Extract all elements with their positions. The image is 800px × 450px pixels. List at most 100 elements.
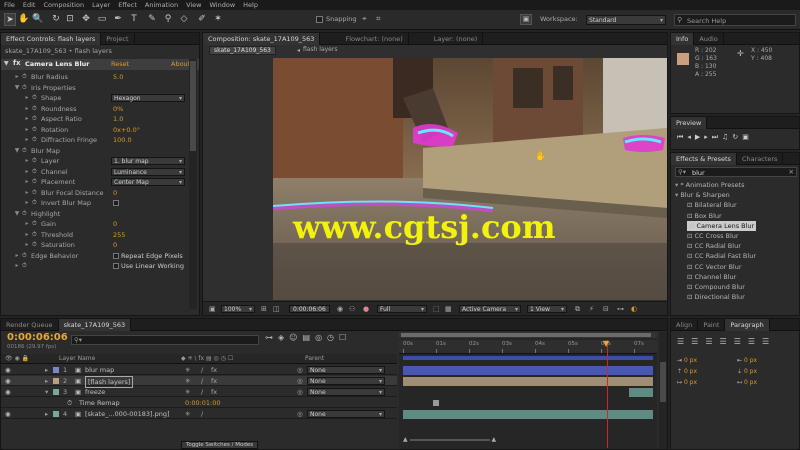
fast-previews-icon[interactable]: ⚡ <box>589 305 594 313</box>
resolution-dropdown[interactable]: Full <box>377 305 427 313</box>
layer-quality-switch-icon[interactable]: / <box>201 409 203 419</box>
menu-composition[interactable]: Composition <box>39 0 88 10</box>
layer-fx-switch[interactable]: fx <box>211 365 217 375</box>
stopwatch-icon[interactable]: ⏱ <box>67 398 72 408</box>
viewer-timecode[interactable]: 0:00:06:06 <box>289 305 330 313</box>
effect-list-item[interactable]: ⊡ Directional Blur <box>687 292 745 302</box>
twirl-icon[interactable]: ▸ <box>23 230 31 240</box>
time-remap-value[interactable]: 0:00:01:00 <box>185 398 221 408</box>
layer-name[interactable]: blur map <box>85 365 114 375</box>
effect-list-item[interactable]: ▾ Blur & Sharpen <box>675 190 730 200</box>
motion-blur-icon[interactable]: ◎ <box>315 333 327 342</box>
effect-property-row[interactable]: ▼ ⏱ Highlight <box>1 209 199 219</box>
eye-icon[interactable]: ◉ <box>5 387 11 397</box>
effect-list-item[interactable]: ⊡ CC Radial Blur <box>687 241 741 251</box>
snapping-checkbox[interactable] <box>316 16 323 23</box>
tab-composition[interactable]: Composition: skate_17A109_563 <box>203 33 321 45</box>
zoom-tool-icon[interactable]: 🔍 <box>32 13 44 26</box>
tab-layer[interactable]: Layer: (none) <box>429 33 484 45</box>
twirl-icon[interactable]: ▸ <box>23 114 31 124</box>
tab-effect-controls[interactable]: Effect Controls: flash layers <box>1 33 102 45</box>
twirl-icon[interactable]: ▸ <box>23 177 31 187</box>
indent-right-value[interactable]: 0 px <box>744 357 757 364</box>
layer-row[interactable]: ◉ ▸ 4 ▣ [skate_...000-00183].png] ✳ / ◎ None <box>1 409 397 419</box>
stopwatch-icon[interactable]: ⏱ <box>32 230 39 240</box>
twirl-icon[interactable]: ▼ <box>13 146 21 156</box>
pick-whip-icon[interactable]: ◎ <box>297 387 303 397</box>
property-checkbox[interactable]: Repeat Edge Pixels <box>113 252 183 260</box>
menu-animation[interactable]: Animation <box>141 0 182 10</box>
effect-list-item[interactable]: ⊡ Box Blur <box>687 211 722 221</box>
pick-whip-icon[interactable]: ◎ <box>297 409 303 419</box>
play-icon[interactable]: ▶ <box>695 133 704 141</box>
layer-duration-bar[interactable] <box>403 377 653 386</box>
effects-search-field[interactable]: ⚲▾ blur ✕ <box>675 167 797 177</box>
show-snapshot-icon[interactable]: ⚇ <box>349 305 355 313</box>
pen-tool-icon[interactable]: ✒ <box>112 13 124 26</box>
twirl-icon[interactable]: ▼ <box>13 209 21 219</box>
layer-twirl-icon[interactable]: ▸ <box>45 365 48 375</box>
layer-quality-switch-icon[interactable]: / <box>201 387 203 397</box>
region-of-interest-icon[interactable]: ⬚ <box>433 305 440 313</box>
camera-tool-icon[interactable]: ⊡ <box>64 13 76 26</box>
property-dropdown[interactable]: 1. blur map <box>111 157 185 165</box>
property-dropdown[interactable]: Luminance <box>111 167 185 176</box>
selection-tool-icon[interactable]: ➤ <box>4 13 16 26</box>
effect-list-item[interactable]: ⊡ Camera Lens Blur <box>687 220 757 231</box>
effect-list-item[interactable]: ▾ * Animation Presets <box>675 180 745 190</box>
transparency-grid-icon[interactable]: ▦ <box>445 305 452 313</box>
property-value[interactable]: 5.0 <box>113 72 123 82</box>
menu-file[interactable]: File <box>0 0 19 10</box>
layer-quality-switch-icon[interactable]: / <box>201 365 203 375</box>
twirl-icon[interactable]: ▸ <box>13 251 21 261</box>
twirl-open-icon[interactable]: ▼ <box>4 60 9 67</box>
justify-left-icon[interactable]: ☰ <box>720 337 734 346</box>
toggle-pixel-aspect-icon[interactable]: ⧉ <box>575 305 580 314</box>
indent-left-value[interactable]: 0 px <box>684 357 697 364</box>
parent-dropdown[interactable]: None <box>307 410 385 418</box>
stopwatch-icon[interactable]: ⏱ <box>32 156 39 166</box>
space-before-value[interactable]: 0 px <box>684 368 697 375</box>
clear-search-icon[interactable]: ✕ <box>789 168 794 176</box>
stopwatch-icon[interactable]: ⏱ <box>32 114 39 124</box>
scrollbar-thumb[interactable] <box>190 61 196 151</box>
twirl-icon[interactable]: ▸ <box>23 198 31 208</box>
comp-mini-flowchart-icon[interactable]: ⊶ <box>265 333 278 342</box>
twirl-icon[interactable]: ▼ <box>13 83 21 93</box>
twirl-icon[interactable]: ▸ <box>23 188 31 198</box>
twirl-icon[interactable]: ▸ <box>23 135 31 145</box>
property-value[interactable]: 0 <box>113 240 117 250</box>
layer-shy-switch-icon[interactable]: ✳ <box>185 409 190 419</box>
effect-list-item[interactable]: ⊡ CC Cross Blur <box>687 231 739 241</box>
effect-property-row[interactable]: ▸ ⏱ Blur Radius 5.0 <box>1 72 199 82</box>
checkbox-box[interactable] <box>113 200 119 206</box>
snap-option-icon[interactable]: ⌖ <box>362 14 367 24</box>
tab-preview[interactable]: Preview <box>671 117 708 129</box>
twirl-icon[interactable]: ▸ <box>23 240 31 250</box>
tab-characters[interactable]: Characters <box>737 153 784 165</box>
effect-property-row[interactable]: ▼ ⏱ Iris Properties <box>1 83 199 93</box>
roto-brush-tool-icon[interactable]: ✐ <box>196 13 208 26</box>
shy-icon[interactable]: ☺ <box>289 333 302 342</box>
toggle-switches-modes-button[interactable]: Toggle Switches / Modes <box>181 441 259 449</box>
effect-property-row[interactable]: ▸ ⏱ Blur Focal Distance 0 <box>1 188 199 198</box>
eraser-tool-icon[interactable]: ◇ <box>178 13 190 26</box>
time-navigator-bar[interactable] <box>401 333 651 337</box>
time-navigator[interactable] <box>399 332 657 338</box>
safe-zones-icon[interactable]: ⊞ <box>261 305 267 313</box>
property-value[interactable]: 255 <box>113 230 125 240</box>
layer-row[interactable]: ◉ ▸ 1 ▣ blur map ✳ / fx ◎ None <box>1 365 397 375</box>
effect-property-row[interactable]: ▸ ⏱ Invert Blur Map <box>1 198 199 208</box>
rotation-tool-icon[interactable]: ↻ <box>50 13 62 26</box>
timeline-scrollbar-thumb[interactable] <box>660 362 666 402</box>
zoom-in-mountain-icon[interactable]: ▲ <box>491 436 496 443</box>
column-parent[interactable]: Parent <box>305 354 324 364</box>
stopwatch-icon[interactable]: ⏱ <box>32 240 39 250</box>
stopwatch-icon[interactable]: ⏱ <box>32 177 39 187</box>
clone-stamp-tool-icon[interactable]: ⚲ <box>162 13 174 26</box>
stopwatch-icon[interactable]: ⏱ <box>32 125 39 135</box>
layer-name[interactable]: [skate_...000-00183].png] <box>85 409 170 419</box>
layer-name[interactable]: freeze <box>85 387 105 397</box>
tab-effects-presets[interactable]: Effects & Presets <box>671 153 737 165</box>
layer-fx-switch[interactable]: fx <box>211 387 217 397</box>
